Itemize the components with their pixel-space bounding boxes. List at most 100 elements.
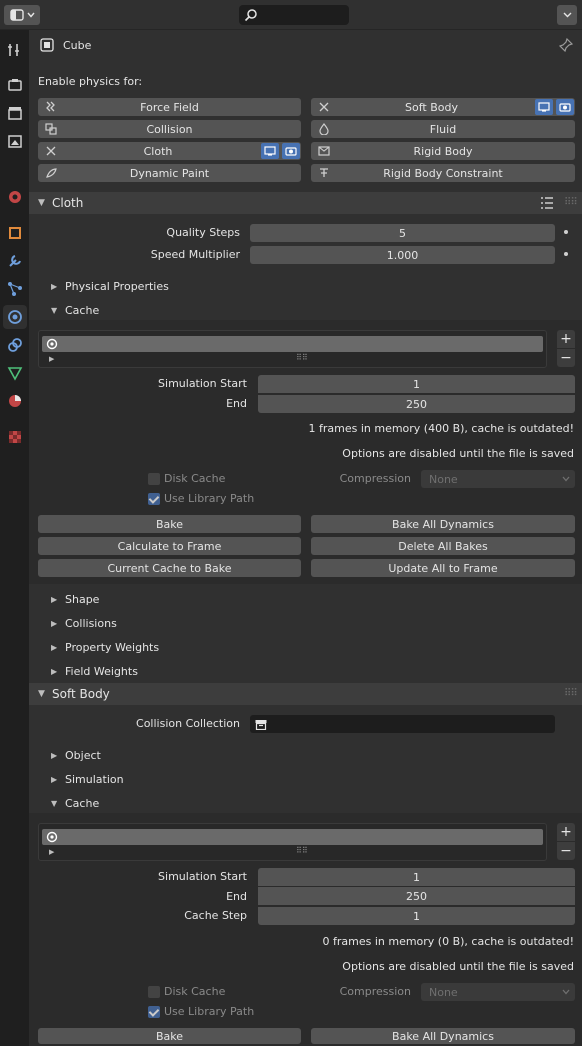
current-cache-to-bake-button[interactable]: Current Cache to Bake bbox=[38, 559, 301, 577]
object-subpanel[interactable]: ▶ Object bbox=[51, 746, 101, 764]
constraints-icon bbox=[8, 338, 22, 352]
cache-step-field[interactable]: 1 bbox=[258, 907, 575, 925]
options-dropdown[interactable] bbox=[557, 5, 577, 25]
disk-cache-checkbox[interactable] bbox=[148, 986, 160, 998]
field-weights-label: Field Weights bbox=[65, 664, 138, 678]
keyframe-dot-icon[interactable] bbox=[564, 252, 568, 256]
compression-dropdown[interactable]: None bbox=[421, 470, 575, 488]
bake-button[interactable]: Bake bbox=[38, 515, 301, 533]
collision-icon bbox=[44, 122, 58, 136]
keyframe-dot-icon[interactable] bbox=[564, 230, 568, 234]
cloth-panel-header[interactable]: ▼ Cloth ⠿⠿ bbox=[29, 192, 582, 214]
delete-all-bakes-button[interactable]: Delete All Bakes bbox=[311, 537, 575, 555]
add-icon[interactable]: + bbox=[557, 330, 575, 348]
shape-subpanel[interactable]: ▶ Shape bbox=[51, 590, 99, 608]
tab-scene[interactable] bbox=[3, 185, 27, 209]
editor-type-dropdown[interactable] bbox=[4, 5, 40, 25]
calculate-to-frame-button[interactable]: Calculate to Frame bbox=[38, 537, 301, 555]
cache-list-item[interactable] bbox=[42, 336, 543, 352]
cloth-button[interactable]: Cloth bbox=[38, 142, 301, 160]
pin-icon[interactable] bbox=[558, 37, 574, 55]
expand-filter-icon[interactable]: ▶ bbox=[49, 355, 54, 363]
speed-multiplier-field[interactable]: 1.000 bbox=[250, 246, 555, 264]
cache-list-item[interactable] bbox=[42, 829, 543, 845]
physical-properties-subpanel[interactable]: ▶ Physical Properties bbox=[51, 277, 169, 295]
speed-multiplier-label: Speed Multiplier bbox=[150, 248, 240, 261]
tab-tool[interactable] bbox=[3, 38, 27, 62]
output-icon bbox=[8, 107, 22, 120]
soft-body-button[interactable]: Soft Body bbox=[311, 98, 575, 116]
tab-data[interactable] bbox=[3, 361, 27, 385]
collision-collection-field[interactable] bbox=[250, 715, 555, 733]
update-all-to-frame-button[interactable]: Update All to Frame bbox=[311, 559, 575, 577]
tool-icon bbox=[8, 44, 19, 56]
end-field[interactable]: 250 bbox=[258, 887, 575, 905]
rigid-body-button[interactable]: Rigid Body bbox=[311, 142, 575, 160]
dynamic-paint-button[interactable]: Dynamic Paint bbox=[38, 164, 301, 182]
tab-texture[interactable] bbox=[3, 425, 27, 449]
cloth-cache-subpanel[interactable]: ▼ Cache bbox=[51, 301, 99, 319]
soft-body-panel-header[interactable]: ▼ Soft Body ⠿⠿ bbox=[29, 683, 582, 705]
tab-output[interactable] bbox=[3, 101, 27, 125]
tab-constraints[interactable] bbox=[3, 333, 27, 357]
end-label: End bbox=[226, 890, 247, 903]
compression-dropdown[interactable]: None bbox=[421, 983, 575, 1001]
tab-modifier[interactable] bbox=[3, 249, 27, 273]
tab-object[interactable] bbox=[3, 221, 27, 245]
collision-button[interactable]: Collision bbox=[38, 120, 301, 138]
presets-icon[interactable] bbox=[540, 197, 554, 209]
bake-button[interactable]: Bake bbox=[38, 1028, 301, 1044]
end-field[interactable]: 250 bbox=[258, 395, 575, 413]
material-icon bbox=[9, 395, 21, 407]
soft-body-cache-subpanel[interactable]: ▼ Cache bbox=[51, 794, 99, 812]
fluid-button[interactable]: Fluid bbox=[311, 120, 575, 138]
collisions-subpanel[interactable]: ▶ Collisions bbox=[51, 614, 117, 632]
simulation-subpanel[interactable]: ▶ Simulation bbox=[51, 770, 124, 788]
chevron-down-icon: ▼ bbox=[38, 689, 45, 699]
search-input[interactable] bbox=[239, 5, 349, 25]
simulation-start-field[interactable]: 1 bbox=[258, 868, 575, 886]
drag-handle-icon[interactable]: ⠿⠿ bbox=[564, 688, 578, 699]
bake-all-dynamics-button[interactable]: Bake All Dynamics bbox=[311, 515, 575, 533]
tab-particles[interactable] bbox=[3, 277, 27, 301]
tab-material[interactable] bbox=[3, 389, 27, 413]
render-icon bbox=[8, 79, 22, 91]
chevron-right-icon: ▶ bbox=[51, 750, 58, 760]
show-render-icon[interactable] bbox=[282, 143, 300, 159]
cache-list[interactable]: ▶ ⠿⠿ bbox=[38, 330, 547, 368]
chevron-down-icon: ▼ bbox=[51, 305, 58, 315]
force-field-button[interactable]: Force Field bbox=[38, 98, 301, 116]
use-library-path-checkbox[interactable] bbox=[148, 1006, 160, 1018]
resize-handle-icon[interactable]: ⠿⠿ bbox=[296, 846, 308, 855]
bake-all-dynamics-button[interactable]: Bake All Dynamics bbox=[311, 1028, 575, 1044]
remove-icon[interactable]: − bbox=[557, 349, 575, 367]
property-weights-subpanel[interactable]: ▶ Property Weights bbox=[51, 638, 159, 656]
shape-label: Shape bbox=[65, 592, 100, 606]
tab-physics[interactable] bbox=[3, 305, 27, 329]
field-weights-subpanel[interactable]: ▶ Field Weights bbox=[51, 662, 138, 680]
object-icon bbox=[40, 38, 54, 52]
properties-header bbox=[0, 0, 582, 30]
expand-filter-icon[interactable]: ▶ bbox=[49, 848, 54, 856]
disk-cache-checkbox[interactable] bbox=[148, 473, 160, 485]
rigid-body-constraint-button[interactable]: Rigid Body Constraint bbox=[311, 164, 575, 182]
simulation-start-field[interactable]: 1 bbox=[258, 375, 575, 393]
tab-view-layer[interactable] bbox=[3, 129, 27, 153]
show-viewport-icon[interactable] bbox=[535, 99, 553, 115]
rigid-body-constraint-icon bbox=[317, 166, 331, 180]
show-render-icon[interactable] bbox=[556, 99, 574, 115]
remove-icon[interactable]: − bbox=[557, 842, 575, 860]
drag-handle-icon[interactable]: ⠿⠿ bbox=[564, 197, 578, 208]
cache-info-text: 1 frames in memory (400 B), cache is out… bbox=[308, 422, 574, 435]
tab-render[interactable] bbox=[3, 73, 27, 97]
use-library-path-checkbox[interactable] bbox=[148, 493, 160, 505]
properties-editor-icon bbox=[9, 9, 24, 21]
quality-steps-field[interactable]: 5 bbox=[250, 224, 555, 242]
cache-list[interactable]: ▶ ⠿⠿ bbox=[38, 823, 547, 861]
view-layer-icon bbox=[8, 135, 22, 148]
add-icon[interactable]: + bbox=[557, 823, 575, 841]
search-icon bbox=[244, 9, 257, 22]
show-viewport-icon[interactable] bbox=[261, 143, 279, 159]
options-disabled-text: Options are disabled until the file is s… bbox=[342, 447, 574, 460]
resize-handle-icon[interactable]: ⠿⠿ bbox=[296, 353, 308, 362]
